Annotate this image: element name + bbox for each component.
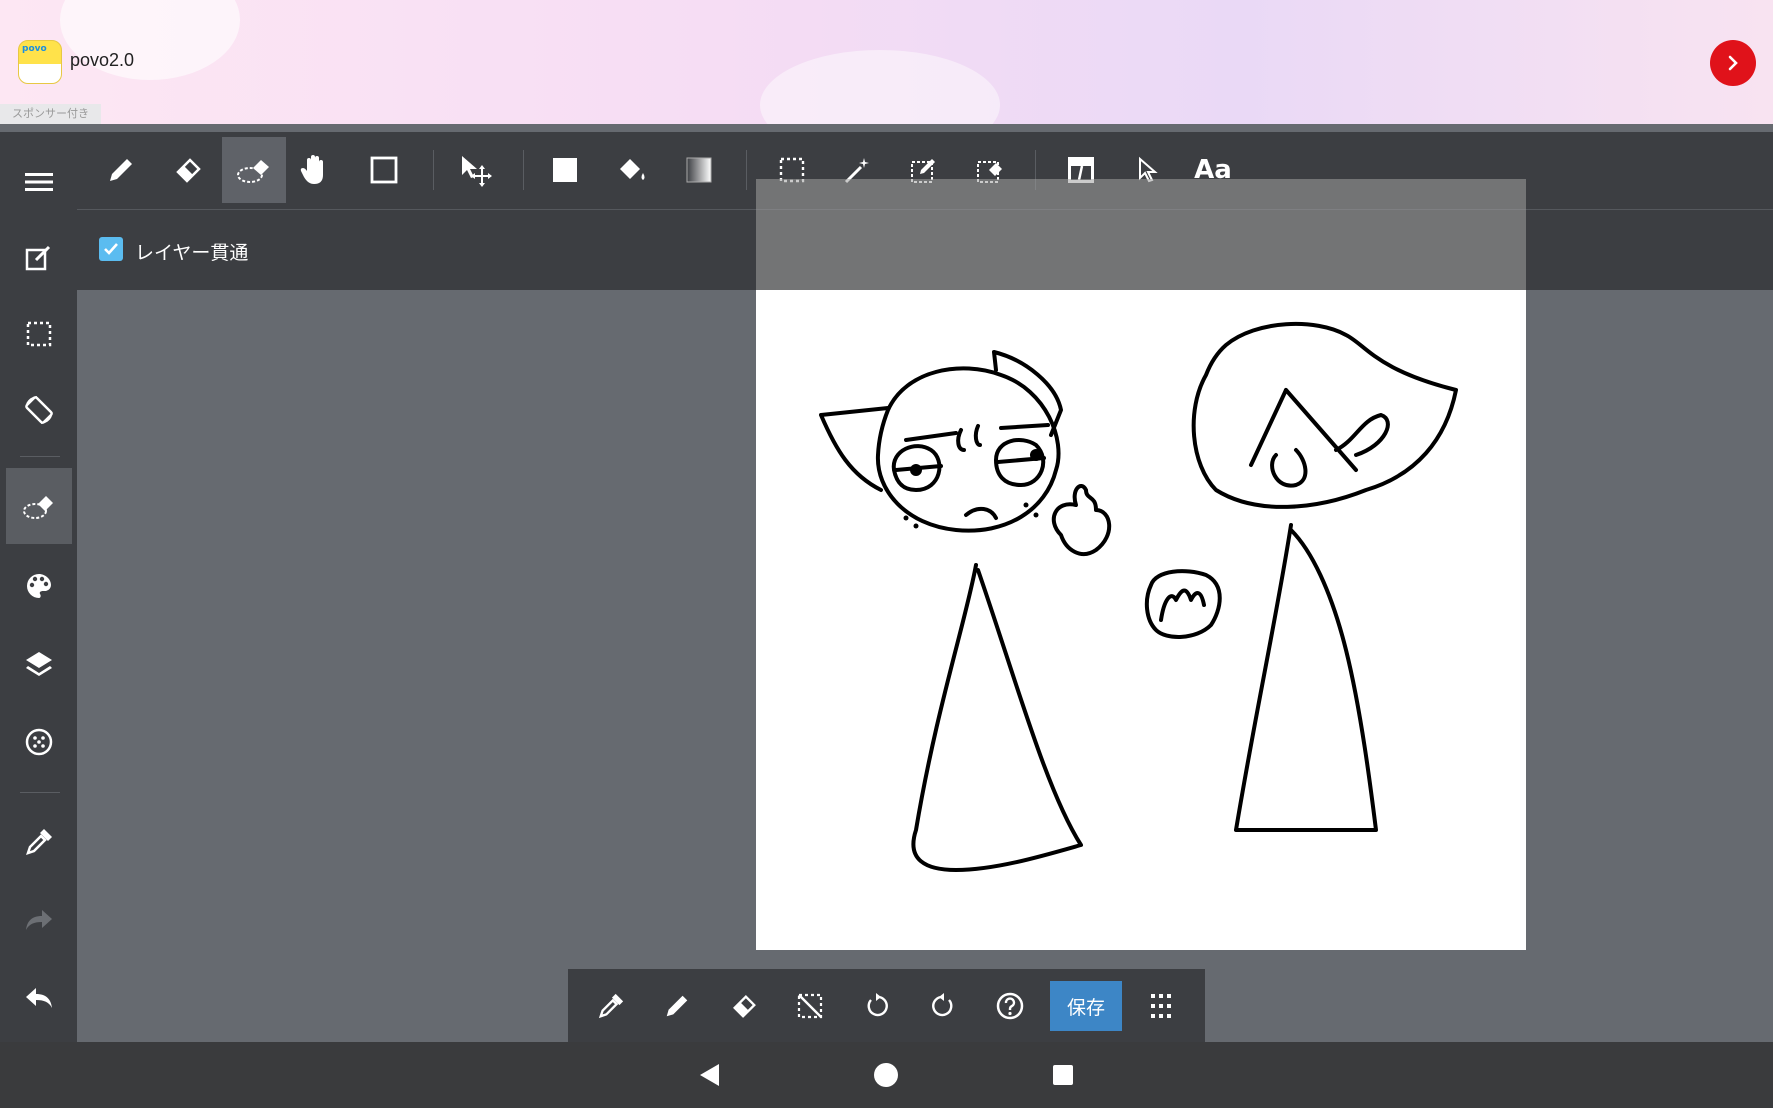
home-circle-icon	[874, 1063, 898, 1087]
bottom-eyedropper-button[interactable]	[586, 981, 636, 1031]
bucket-tool-button[interactable]	[600, 137, 664, 203]
pencil-icon	[666, 995, 688, 1017]
system-navigation-bar	[0, 1042, 1773, 1108]
recents-square-icon	[1053, 1065, 1073, 1085]
bottom-pen-button[interactable]	[652, 981, 702, 1031]
fill-rect-tool-button[interactable]	[533, 137, 597, 203]
edit-icon	[25, 245, 51, 271]
selection-eraser-icon	[237, 160, 269, 183]
sidebar-rotate-view-button[interactable]	[6, 372, 72, 448]
bottom-help-button[interactable]	[985, 981, 1035, 1031]
help-icon	[996, 992, 1024, 1020]
canvas-top-overlay	[756, 179, 1526, 290]
material-icon	[25, 728, 53, 756]
checkmark-icon	[104, 243, 118, 255]
toolbar-divider	[746, 150, 747, 190]
nav-recents-button[interactable]	[1040, 1052, 1086, 1098]
hand-tool-button[interactable]	[283, 137, 347, 203]
selection-eraser-tool-button[interactable]	[222, 137, 286, 203]
ad-decoration	[760, 50, 1000, 124]
eraser-tool-button[interactable]	[156, 137, 220, 203]
sidebar-materials-button[interactable]	[6, 704, 72, 780]
sidebar-edit-button[interactable]	[6, 220, 72, 296]
sidebar-divider	[20, 792, 60, 793]
canvas-drawing	[819, 321, 1458, 872]
back-triangle-icon	[700, 1064, 719, 1086]
ad-logo-icon[interactable]: povo	[18, 40, 62, 84]
bottom-toolbar: 保存	[568, 969, 1205, 1042]
shape-tool-button[interactable]	[352, 137, 416, 203]
ad-logo-text: povo	[22, 44, 47, 54]
drawing-canvas[interactable]	[756, 290, 1526, 950]
sidebar-eyedropper-button[interactable]	[6, 804, 72, 880]
sidebar-selection-eraser-button[interactable]	[6, 468, 72, 544]
gradient-tool-button[interactable]	[667, 137, 731, 203]
rotate-left-icon	[867, 993, 888, 1017]
ad-banner[interactable]: povo povo2.0 スポンサー付き	[0, 0, 1773, 124]
deselect-icon	[797, 993, 823, 1019]
sidebar-redo-button[interactable]	[6, 882, 72, 958]
palette-icon	[27, 574, 52, 598]
rotate-screen-icon	[25, 396, 53, 424]
nav-back-button[interactable]	[686, 1052, 732, 1098]
sidebar-selection-button[interactable]	[6, 296, 72, 372]
bottom-deselect-button[interactable]	[785, 981, 835, 1031]
sponsored-label: スポンサー付き	[0, 104, 101, 124]
filled-square-icon	[553, 158, 577, 182]
layer-through-checkbox[interactable]	[99, 237, 123, 261]
gradient-icon	[686, 157, 712, 183]
eyedropper-icon	[26, 829, 52, 855]
hamburger-menu-icon	[25, 173, 53, 191]
sidebar-divider	[20, 456, 60, 457]
chevron-right-icon	[1728, 55, 1738, 71]
ad-title[interactable]: povo2.0	[70, 50, 134, 71]
move-arrow-icon	[462, 156, 492, 187]
nav-home-button[interactable]	[863, 1052, 909, 1098]
paint-bucket-icon	[620, 159, 645, 180]
ad-go-button[interactable]	[1710, 40, 1756, 86]
sidebar-color-button[interactable]	[6, 548, 72, 624]
eyedropper-icon	[598, 993, 624, 1019]
hand-icon	[300, 155, 323, 184]
sidebar-undo-button[interactable]	[6, 960, 72, 1036]
bottom-eraser-button[interactable]	[719, 981, 769, 1031]
undo-icon	[26, 988, 52, 1008]
grid-dots-icon	[1151, 994, 1171, 1018]
bottom-more-button[interactable]	[1136, 981, 1186, 1031]
selection-eraser-icon	[23, 496, 53, 519]
bottom-undo-button[interactable]	[852, 981, 902, 1031]
save-button[interactable]: 保存	[1050, 981, 1122, 1031]
left-sidebar	[0, 132, 77, 1042]
eraser-icon	[733, 995, 756, 1018]
toolbar-divider	[523, 150, 524, 190]
sidebar-menu-button[interactable]	[6, 144, 72, 220]
layer-through-label[interactable]: レイヤー貫通	[135, 238, 248, 265]
pen-tool-button[interactable]	[89, 137, 153, 203]
square-outline-icon	[370, 156, 398, 184]
eraser-icon	[176, 158, 201, 183]
toolbar-divider	[433, 150, 434, 190]
redo-icon	[26, 910, 52, 930]
marquee-icon	[26, 321, 52, 347]
layers-icon	[26, 652, 52, 676]
sidebar-layers-button[interactable]	[6, 626, 72, 702]
bottom-redo-button[interactable]	[918, 981, 968, 1031]
pencil-icon	[110, 159, 132, 181]
move-tool-button[interactable]	[443, 137, 507, 203]
rotate-right-icon	[932, 993, 953, 1017]
